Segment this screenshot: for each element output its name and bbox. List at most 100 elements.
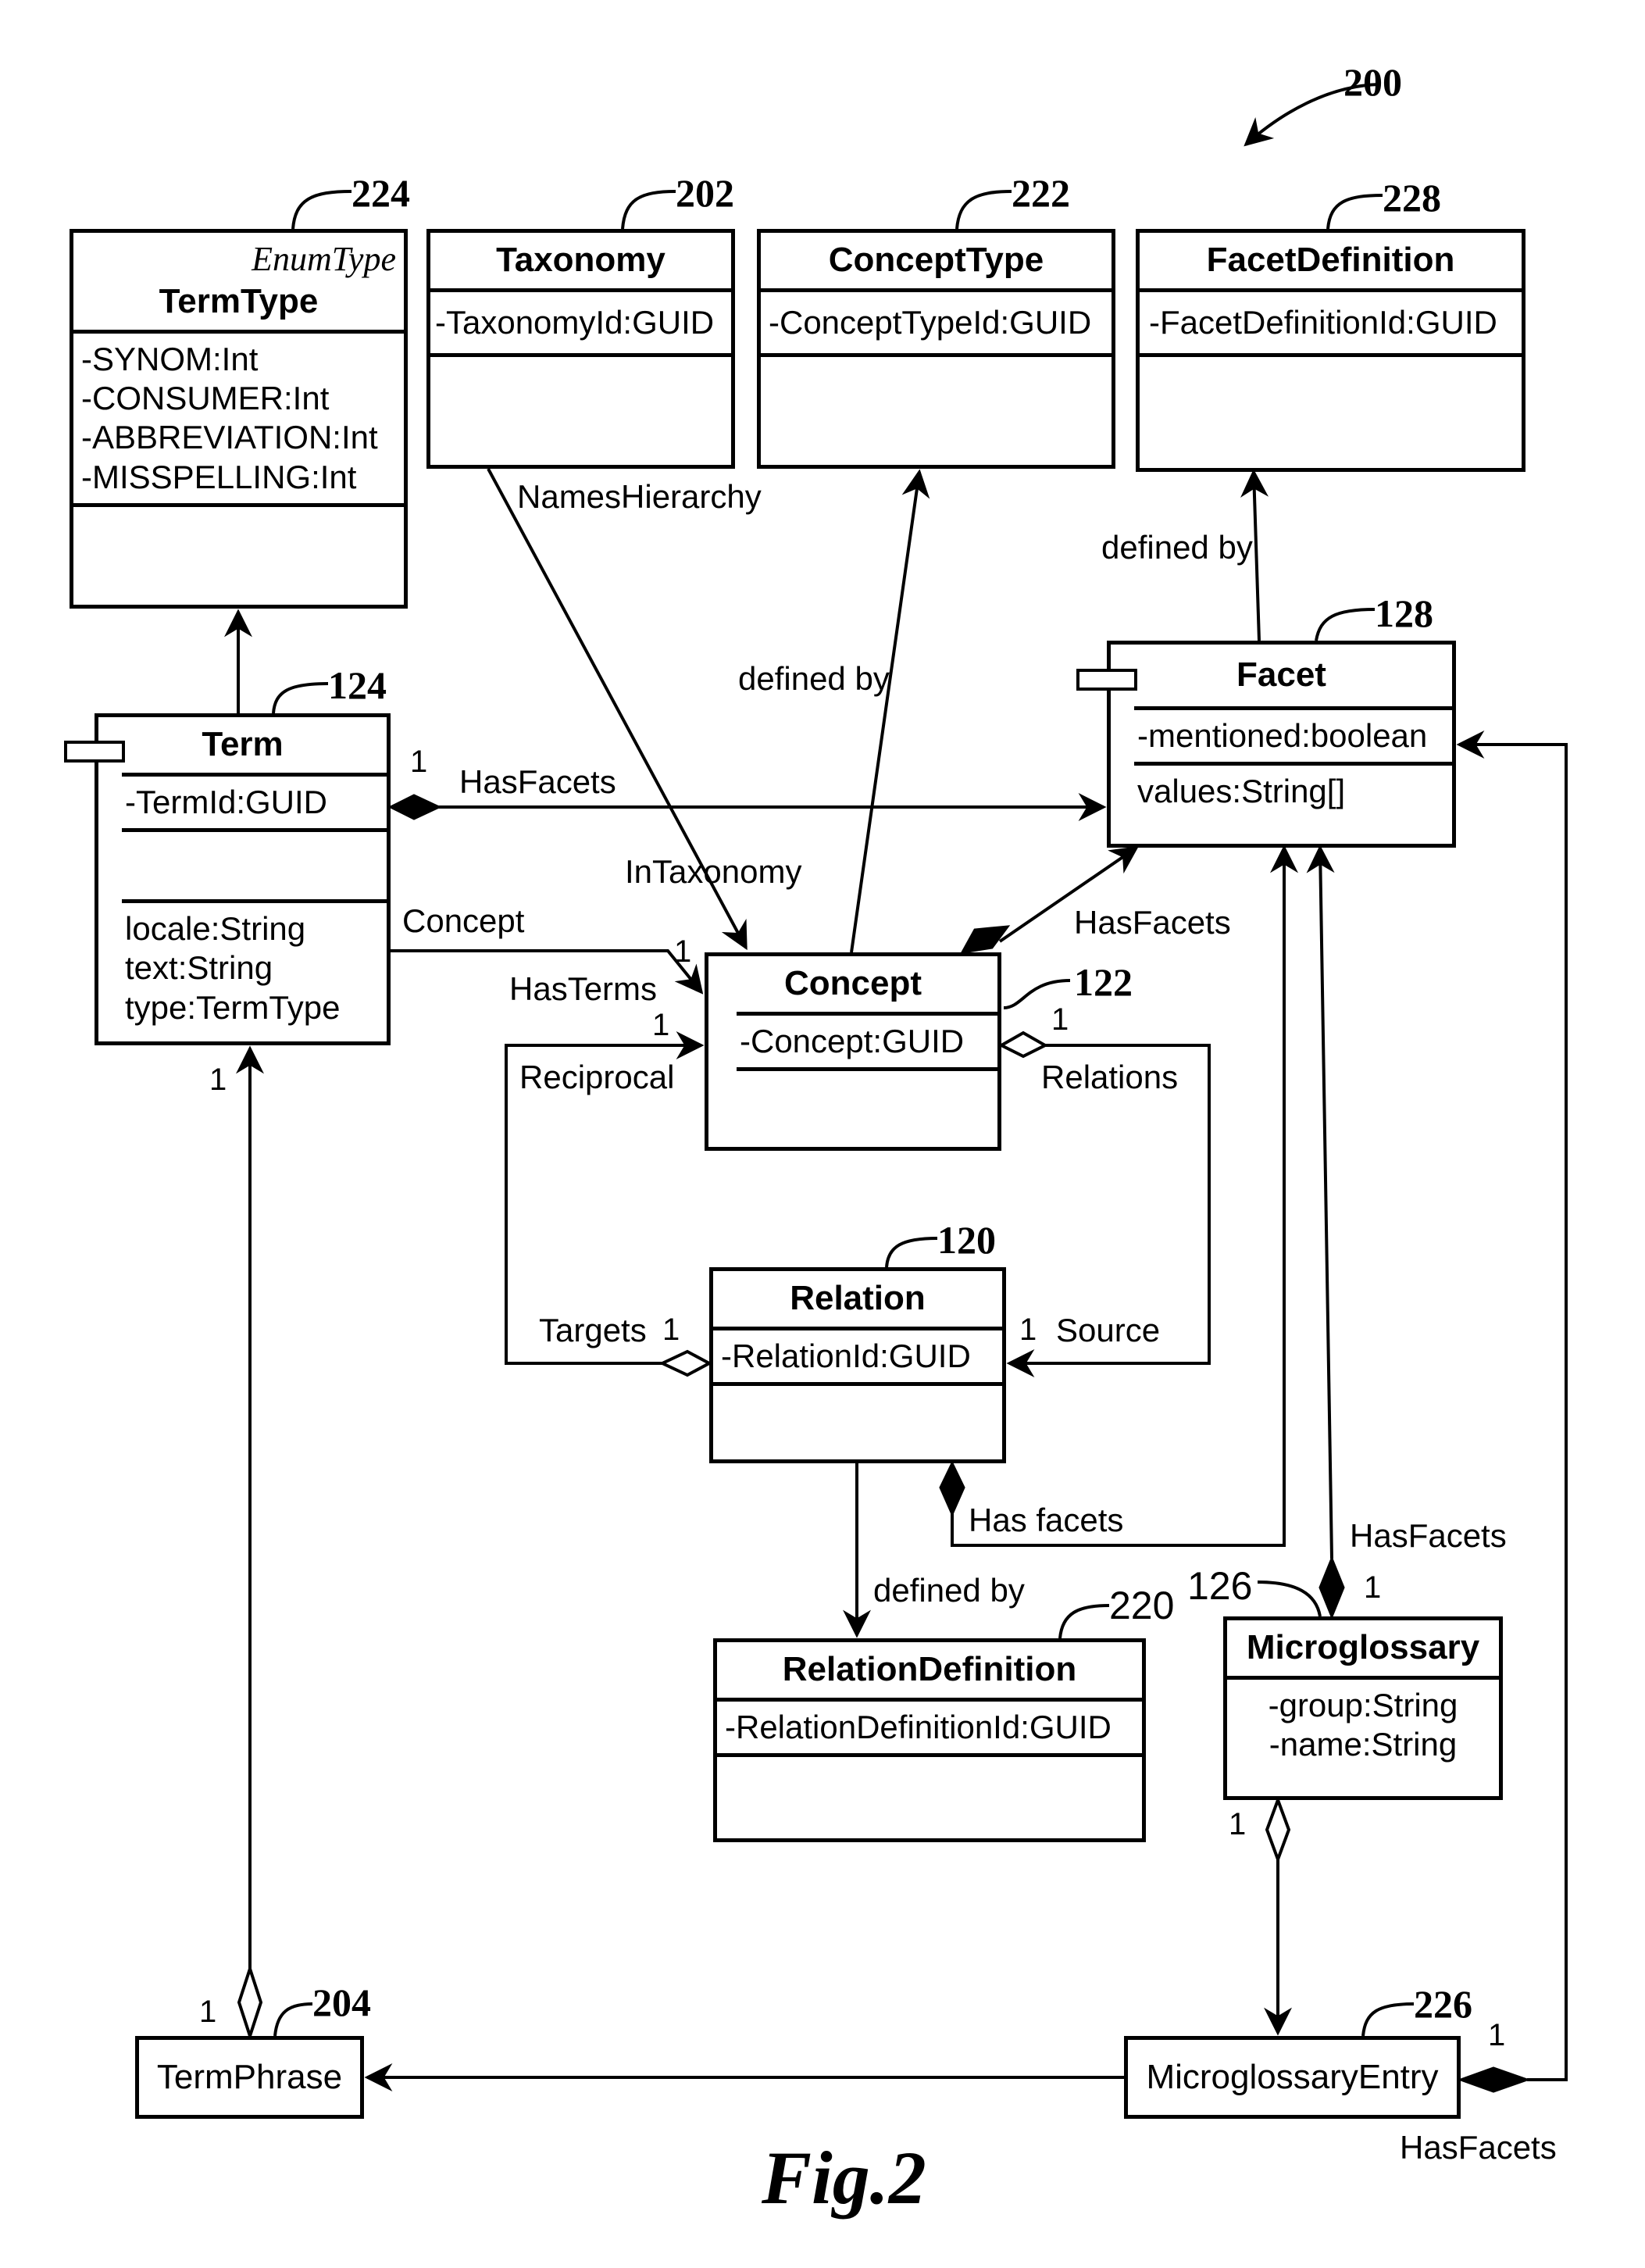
label-concept-link: Concept (402, 902, 525, 939)
facet-name: Facet (1236, 655, 1326, 694)
figure-caption: Fig.2 (762, 2136, 926, 2220)
multiplicity: 1 (1019, 1313, 1037, 1347)
attribute: -ABBREVIATION:Int (81, 419, 378, 456)
microglossary-entry-diamond (1265, 1795, 1291, 1864)
microglossary-hasfacets-line (1306, 845, 1335, 1559)
microglossaryentry-name: MicroglossaryEntry (1146, 2058, 1439, 2096)
label-facet-defined-by: defined by (1101, 529, 1253, 566)
multiplicity: 1 (199, 1995, 217, 2029)
label-names-hierarchy: NamesHierarchy (517, 478, 762, 515)
label-entry-hasfacets: HasFacets (1400, 2129, 1557, 2166)
relation-operations (713, 1381, 1002, 1445)
ref-relation: 120 (937, 1218, 996, 1262)
concepttype-name: ConceptType (828, 241, 1044, 279)
leader-226 (1361, 2002, 1415, 2037)
facetdefinition-attribute: -FacetDefinitionId:GUID (1140, 288, 1522, 353)
ref-termtype: 224 (351, 171, 410, 215)
class-termphrase[interactable]: TermPhrase (135, 2036, 364, 2119)
ref-microglossary: 126 (1187, 1564, 1253, 1608)
attribute: -CONSUMER:Int (81, 379, 330, 416)
multiplicity: 1 (410, 745, 428, 779)
relationdefinition-operations (717, 1752, 1142, 1816)
leader-128 (1315, 608, 1376, 641)
ref-relationdefinition: 220 (1109, 1584, 1175, 1627)
taxonomy-name: Taxonomy (496, 241, 665, 279)
concept-to-concepttype (850, 469, 930, 953)
component-tab-icon (1076, 669, 1137, 691)
facet-operation: values:String[] (1134, 761, 1452, 817)
multiplicity: 1 (674, 934, 692, 969)
label-term-hasfacets: HasFacets (459, 763, 616, 800)
termtype-operations (73, 503, 404, 582)
concept-name: Concept (784, 964, 922, 1002)
ref-microglossaryentry: 226 (1414, 1982, 1472, 2026)
ref-concepttype: 222 (1012, 171, 1070, 215)
taxonomy-attribute: -TaxonomyId:GUID (430, 288, 731, 353)
attribute: -SYNOM:Int (81, 340, 259, 377)
entry-hasfacets-line (1456, 730, 1568, 2081)
entry-hasfacets-diamond (1457, 2066, 1531, 2093)
termphrase-diamond (237, 1963, 263, 2041)
relationdefinition-name: RelationDefinition (782, 1650, 1077, 1688)
concept-attribute: -Concept:GUID (737, 1011, 997, 1067)
label-relation-defined-by: defined by (873, 1572, 1025, 1609)
term-empty-section (122, 827, 387, 899)
multiplicity: 1 (1229, 1807, 1247, 1841)
taxonomy-operations (430, 352, 731, 416)
facet-to-facetdefinition (1240, 469, 1269, 641)
leader-228 (1326, 194, 1383, 230)
attribute: -name:String (1269, 1725, 1458, 1763)
facetdefinition-operations (1140, 352, 1522, 416)
class-term[interactable]: Term -TermId:GUID locale:String text:Str… (95, 713, 391, 1045)
term-attribute: -TermId:GUID (122, 772, 387, 828)
class-facetdefinition[interactable]: FacetDefinition -FacetDefinitionId:GUID (1136, 229, 1525, 472)
class-microglossaryentry[interactable]: MicroglossaryEntry (1124, 2036, 1461, 2119)
term-name: Term (202, 725, 284, 763)
leader-222 (955, 190, 1012, 230)
label-concept-defined-by: defined by (738, 660, 890, 697)
termphrase-name: TermPhrase (156, 2058, 343, 2096)
multiplicity: 1 (1051, 1002, 1069, 1037)
multiplicity: 1 (662, 1313, 680, 1347)
facet-attribute: -mentioned:boolean (1134, 705, 1452, 762)
label-reciprocal: Reciprocal (519, 1059, 675, 1095)
multiplicity: 1 (1488, 2018, 1506, 2052)
operation: locale:String (125, 909, 306, 947)
label-source: Source (1056, 1312, 1161, 1348)
class-concepttype[interactable]: ConceptType -ConceptTypeId:GUID (757, 229, 1115, 469)
operation: text:String (125, 949, 273, 987)
class-termtype[interactable]: EnumType TermType -SYNOM:Int -CONSUMER:I… (70, 229, 408, 609)
microglossary-attributes: -group:String -name:String (1227, 1675, 1499, 1771)
class-taxonomy[interactable]: Taxonomy -TaxonomyId:GUID (426, 229, 735, 469)
ref-concept: 122 (1074, 960, 1133, 1004)
relation-hasfacets-diamond (939, 1460, 965, 1517)
concepttype-operations (761, 352, 1112, 416)
microglossary-hasfacets-diamond (1318, 1555, 1345, 1620)
termtype-attributes: -SYNOM:Int -CONSUMER:Int -ABBREVIATION:I… (73, 329, 404, 504)
term-hasfacets-diamond (387, 794, 442, 820)
figure-reference: 200 (1343, 60, 1402, 104)
relations-diamond (997, 1030, 1049, 1059)
component-tab-icon (64, 741, 125, 763)
class-concept[interactable]: Concept -Concept:GUID (705, 952, 1001, 1151)
label-concept-hasfacets: HasFacets (1074, 904, 1231, 941)
label-in-taxonomy: InTaxonomy (625, 853, 802, 890)
attribute: -MISSPELLING:Int (81, 458, 357, 495)
label-has-terms: HasTerms (509, 970, 658, 1007)
relation-name: Relation (790, 1279, 926, 1317)
termtype-stereotype: EnumType (252, 240, 396, 278)
operation: type:TermType (125, 988, 341, 1026)
term-operations: locale:String text:String type:TermType (122, 898, 387, 1034)
facetdefinition-name: FacetDefinition (1206, 241, 1455, 279)
ref-termphrase: 204 (312, 1980, 371, 2024)
class-facet[interactable]: Facet -mentioned:boolean values:String[] (1107, 641, 1456, 848)
ref-facetdefinition: 228 (1383, 176, 1441, 220)
leader-120 (885, 1237, 938, 1268)
class-microglossary[interactable]: Microglossary -group:String -name:String (1223, 1616, 1503, 1800)
class-relation[interactable]: Relation -RelationId:GUID (709, 1267, 1006, 1463)
ref-term: 124 (328, 663, 387, 707)
label-relation-hasfacets: Has facets (969, 1502, 1124, 1538)
targets-diamond (658, 1349, 713, 1377)
class-relationdefinition[interactable]: RelationDefinition -RelationDefinitionId… (713, 1638, 1146, 1842)
label-relations: Relations (1041, 1059, 1179, 1095)
